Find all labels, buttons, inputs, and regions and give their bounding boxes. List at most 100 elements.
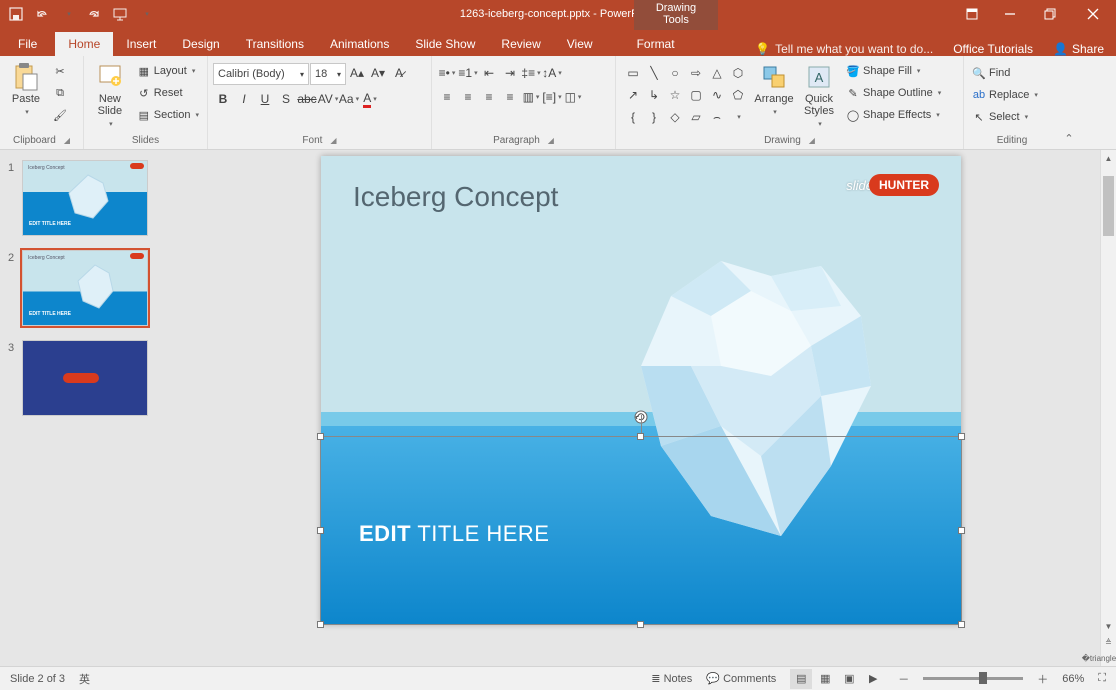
thumbnail-2[interactable]: 2 Iceberg Concept EDIT TITLE HERE [0, 248, 162, 338]
shape-bracket-icon[interactable]: { [623, 107, 643, 127]
shape-effects-button[interactable]: ◯Shape Effects [843, 105, 944, 125]
font-name-selector[interactable]: Calibri (Body)▾ [213, 63, 309, 85]
tab-review[interactable]: Review [488, 32, 553, 56]
paragraph-dialog-launcher[interactable]: ◢ [548, 136, 554, 145]
redo-icon[interactable] [86, 6, 102, 22]
shape-more2-icon[interactable]: ⬠ [728, 85, 748, 105]
shape-curve-icon[interactable]: ∿ [707, 85, 727, 105]
zoom-level[interactable]: 66% [1062, 673, 1084, 685]
scroll-up-button[interactable]: ▲ [1101, 150, 1116, 166]
slide-counter[interactable]: Slide 2 of 3 [10, 673, 65, 685]
zoom-slider[interactable] [923, 677, 1023, 680]
vertical-scrollbar[interactable]: ▲ ▼ ≜ �triangledown [1100, 150, 1116, 666]
tab-format[interactable]: Format [624, 32, 688, 56]
shadow-button[interactable]: S [276, 89, 296, 109]
align-text-button[interactable]: [≡] [542, 87, 562, 107]
shape-conn-icon[interactable]: ↳ [644, 85, 664, 105]
prev-slide-button[interactable]: ≜ [1101, 634, 1116, 650]
tab-insert[interactable]: Insert [113, 32, 169, 56]
shapes-gallery[interactable]: ▭╲○⇨△⬡ ↗↳☆▢∿⬠ {}◇▱⌢ [621, 59, 750, 131]
increase-font-icon[interactable]: A▴ [347, 63, 367, 83]
shape-line-icon[interactable]: ╲ [644, 63, 664, 83]
underline-button[interactable]: U [255, 89, 275, 109]
align-left-button[interactable]: ≡ [437, 87, 457, 107]
save-icon[interactable] [8, 6, 24, 22]
slideshow-view-button[interactable]: ▶ [862, 669, 884, 689]
align-center-button[interactable]: ≡ [458, 87, 478, 107]
shape-more1-icon[interactable]: ⬡ [728, 63, 748, 83]
close-button[interactable] [1070, 0, 1116, 28]
text-direction-button[interactable]: ↕A [542, 63, 562, 83]
find-button[interactable]: 🔍Find [969, 63, 1041, 83]
drawing-dialog-launcher[interactable]: ◢ [809, 136, 815, 145]
office-tutorials-link[interactable]: Office Tutorials [953, 42, 1033, 56]
numbering-button[interactable]: ≡1 [458, 63, 478, 83]
undo-icon[interactable] [34, 6, 50, 22]
reset-button[interactable]: ↺Reset [134, 83, 202, 103]
tab-transitions[interactable]: Transitions [233, 32, 317, 56]
restore-button[interactable] [1030, 0, 1070, 28]
replace-button[interactable]: abReplace [969, 85, 1041, 105]
collapse-ribbon-button[interactable]: ⌃ [1060, 56, 1078, 149]
layout-button[interactable]: ▦Layout [134, 61, 202, 81]
resize-handle-w[interactable] [317, 527, 324, 534]
normal-view-button[interactable]: ▤ [790, 669, 812, 689]
resize-handle-se[interactable] [958, 621, 965, 628]
quick-styles-button[interactable]: A Quick Styles [798, 59, 840, 129]
font-color-button[interactable]: A [360, 89, 380, 109]
language-indicator[interactable]: 英 [79, 671, 90, 687]
change-case-button[interactable]: Aa [339, 89, 359, 109]
clipboard-dialog-launcher[interactable]: ◢ [64, 136, 70, 145]
scroll-thumb[interactable] [1103, 176, 1114, 236]
shape-outline-button[interactable]: ✎Shape Outline [843, 83, 944, 103]
shape-rect-icon[interactable]: ▭ [623, 63, 643, 83]
copy-button[interactable]: ⧉ [50, 83, 70, 103]
bold-button[interactable]: B [213, 89, 233, 109]
char-spacing-button[interactable]: AV [318, 89, 338, 109]
shape-tri-icon[interactable]: △ [707, 63, 727, 83]
align-right-button[interactable]: ≡ [479, 87, 499, 107]
resize-handle-nw[interactable] [317, 433, 324, 440]
section-button[interactable]: ▤Section [134, 105, 202, 125]
comments-button[interactable]: 💬 Comments [706, 672, 776, 685]
thumbnail-3[interactable]: 3 [0, 338, 162, 428]
cut-button[interactable]: ✂ [50, 61, 70, 81]
undo-dropdown[interactable] [60, 6, 76, 22]
shape-scroll-icon[interactable]: ⌢ [707, 107, 727, 127]
tab-slideshow[interactable]: Slide Show [402, 32, 488, 56]
increase-indent-button[interactable]: ⇥ [500, 63, 520, 83]
tab-design[interactable]: Design [169, 32, 232, 56]
tab-animations[interactable]: Animations [317, 32, 402, 56]
shapes-more-dropdown[interactable] [728, 107, 748, 127]
notes-button[interactable]: ≣ Notes [651, 672, 692, 685]
smartart-button[interactable]: ◫ [563, 87, 583, 107]
shape-rr-icon[interactable]: ▢ [686, 85, 706, 105]
justify-button[interactable]: ≡ [500, 87, 520, 107]
clear-formatting-icon[interactable]: A̷ [389, 63, 409, 83]
shape-callout-icon[interactable]: ◇ [665, 107, 685, 127]
shape-arrow-icon[interactable]: ⇨ [686, 63, 706, 83]
next-slide-button[interactable]: �triangledown [1101, 650, 1116, 666]
minimize-button[interactable] [990, 0, 1030, 28]
sorter-view-button[interactable]: ▦ [814, 669, 836, 689]
zoom-slider-handle[interactable] [979, 672, 987, 684]
resize-handle-n[interactable] [637, 433, 644, 440]
resize-handle-s[interactable] [637, 621, 644, 628]
slide-canvas-area[interactable]: Iceberg Concept slide HUNTER [162, 150, 1100, 666]
slideshow-start-icon[interactable] [112, 6, 128, 22]
shape-fill-button[interactable]: 🪣Shape Fill [843, 61, 944, 81]
zoom-in-button[interactable]: ＋ [1037, 671, 1048, 687]
resize-handle-sw[interactable] [317, 621, 324, 628]
decrease-indent-button[interactable]: ⇤ [479, 63, 499, 83]
font-dialog-launcher[interactable]: ◢ [330, 136, 336, 145]
qat-customize-dropdown[interactable] [138, 6, 154, 22]
tab-view[interactable]: View [554, 32, 606, 56]
shape-rr2-icon[interactable]: ▱ [686, 107, 706, 127]
font-size-selector[interactable]: 18▾ [310, 63, 346, 85]
shape-arrow2-icon[interactable]: ↗ [623, 85, 643, 105]
fit-to-window-button[interactable]: ⛶ [1098, 672, 1106, 685]
share-button[interactable]: 👤Share [1053, 42, 1104, 56]
tab-home[interactable]: Home [55, 32, 113, 56]
placeholder-text[interactable]: EDIT TITLE HERE [359, 521, 549, 547]
decrease-font-icon[interactable]: A▾ [368, 63, 388, 83]
